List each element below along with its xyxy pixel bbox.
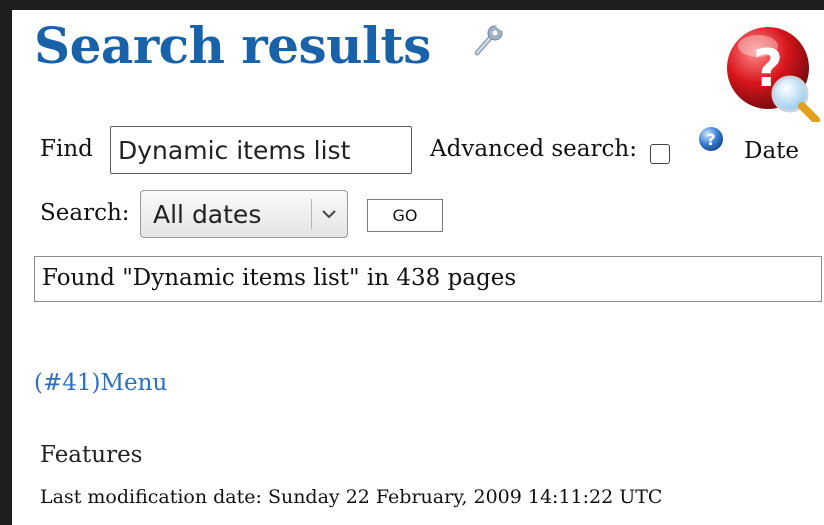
find-input[interactable] xyxy=(110,126,412,174)
search-page: Search results ? Find Dynamic items list… xyxy=(12,10,824,525)
chevron-down-icon xyxy=(320,205,338,223)
result-summary-box: Found "Dynamic items list" in 438 pages xyxy=(34,256,822,302)
go-button[interactable]: GO xyxy=(367,199,443,232)
svg-text:?: ? xyxy=(706,130,715,149)
modification-date: Last modification date: Sunday 22 Februa… xyxy=(40,486,663,508)
info-icon[interactable]: ? xyxy=(698,126,724,152)
select-divider xyxy=(311,199,312,229)
page-title: Search results xyxy=(34,16,431,75)
result-summary: Found "Dynamic items list" in 438 pages xyxy=(42,265,517,291)
result-link[interactable]: (#41)Menu xyxy=(34,370,167,396)
wrench-icon[interactable] xyxy=(470,22,506,58)
date-label: Date xyxy=(744,138,800,164)
date-range-select[interactable]: All dates xyxy=(140,190,348,238)
find-label: Find xyxy=(40,136,93,162)
advanced-search-checkbox[interactable] xyxy=(650,144,670,164)
select-value: All dates xyxy=(153,200,262,229)
search-label: Search: xyxy=(40,200,130,226)
help-search-icon: ? xyxy=(724,22,824,124)
advanced-search-label: Advanced search: xyxy=(430,136,637,162)
result-section: Features xyxy=(40,442,143,468)
